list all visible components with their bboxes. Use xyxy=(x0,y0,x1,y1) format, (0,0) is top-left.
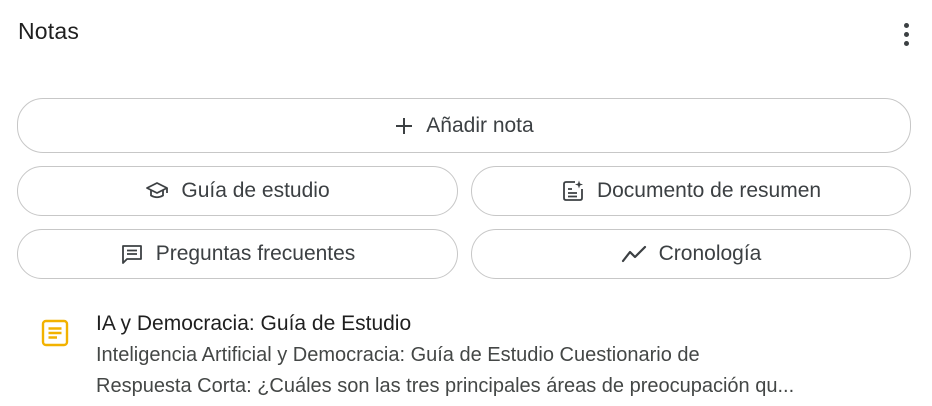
note-preview-line-1: Inteligencia Artificial y Democracia: Gu… xyxy=(96,344,700,366)
plus-icon xyxy=(394,116,414,136)
more-vert-icon[interactable] xyxy=(894,18,918,50)
add-note-button[interactable]: Añadir nota xyxy=(17,98,911,153)
note-item[interactable]: IA y Democracia: Guía de Estudio Intelig… xyxy=(18,306,918,402)
study-guide-button[interactable]: Guía de estudio xyxy=(17,166,458,216)
menu-dot xyxy=(903,31,909,37)
note-preview-line-2: Respuesta Corta: ¿Cuáles son las tres pr… xyxy=(96,375,795,397)
summary-document-button[interactable]: Documento de resumen xyxy=(471,166,911,216)
menu-dot xyxy=(903,40,909,46)
graduation-cap-icon xyxy=(145,180,169,202)
panel-title: Notas xyxy=(18,18,80,44)
menu-dot xyxy=(903,22,909,28)
trend-line-icon xyxy=(621,244,647,264)
timeline-label: Cronología xyxy=(658,242,762,265)
document-sparkle-icon xyxy=(561,179,585,203)
notes-panel-header: Notas xyxy=(18,14,918,54)
faq-label: Preguntas frecuentes xyxy=(155,242,356,265)
chat-list-icon xyxy=(120,243,144,265)
summary-document-label: Documento de resumen xyxy=(596,179,822,202)
note-title: IA y Democracia: Guía de Estudio xyxy=(96,312,412,335)
add-note-label: Añadir nota xyxy=(426,113,534,137)
study-guide-label: Guía de estudio xyxy=(181,179,330,202)
timeline-button[interactable]: Cronología xyxy=(471,229,911,279)
note-icon xyxy=(40,318,70,348)
faq-button[interactable]: Preguntas frecuentes xyxy=(17,229,458,279)
